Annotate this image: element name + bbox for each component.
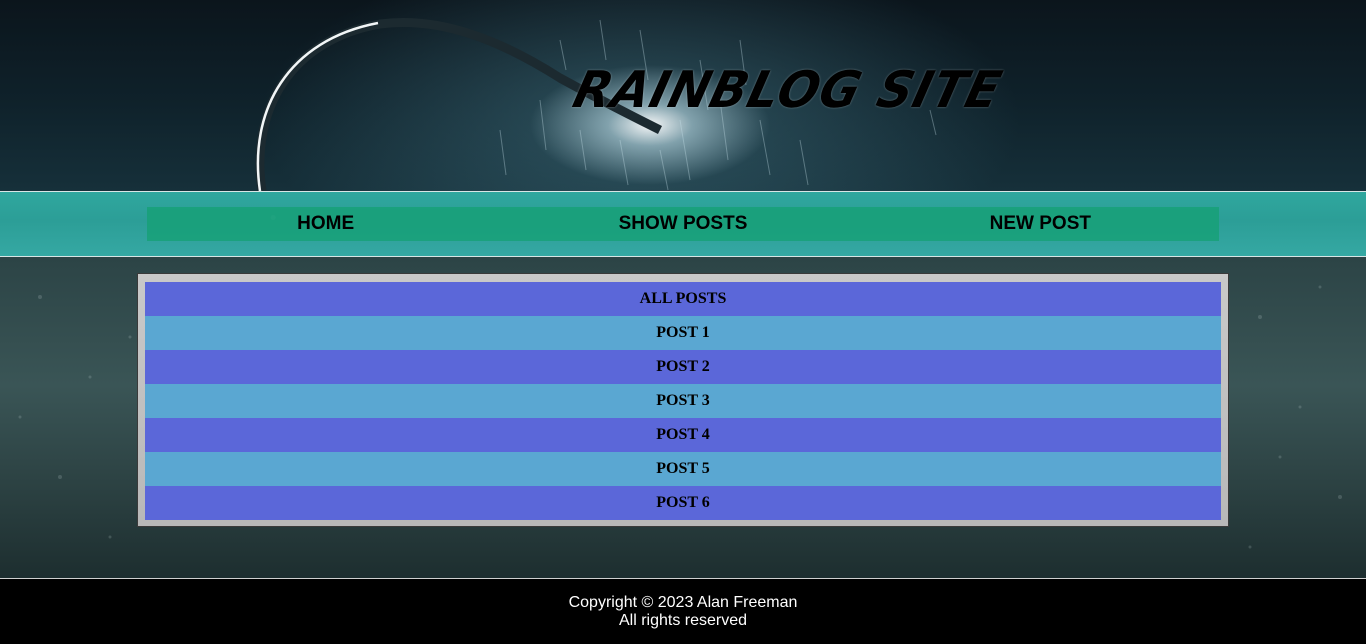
- posts-table: ALL POSTS POST 1 POST 2 POST 3 POST 4 PO…: [145, 282, 1221, 520]
- site-footer: Copyright © 2023 Alan Freeman All rights…: [0, 578, 1366, 644]
- footer-rights: All rights reserved: [618, 612, 748, 629]
- site-title: RAINBLOG SITE: [567, 60, 1008, 120]
- posts-panel: ALL POSTS POST 1 POST 2 POST 3 POST 4 PO…: [137, 273, 1229, 527]
- post-row-5[interactable]: POST 5: [145, 452, 1221, 486]
- nav-new-post-link[interactable]: NEW POST: [862, 207, 1219, 241]
- main-nav: HOME SHOW POSTS NEW POST: [147, 207, 1219, 241]
- post-row-3[interactable]: POST 3: [145, 384, 1221, 418]
- post-row-2[interactable]: POST 2: [145, 350, 1221, 384]
- nav-show-posts-link[interactable]: SHOW POSTS: [504, 207, 861, 241]
- nav-home-link[interactable]: HOME: [147, 207, 504, 241]
- post-row-4[interactable]: POST 4: [145, 418, 1221, 452]
- site-header: RAINBLOG SITE: [0, 0, 1366, 191]
- posts-table-header: ALL POSTS: [145, 282, 1221, 316]
- footer-copyright: Copyright © 2023 Alan Freeman: [568, 594, 798, 611]
- post-row-6[interactable]: POST 6: [145, 486, 1221, 520]
- post-row-1[interactable]: POST 1: [145, 316, 1221, 350]
